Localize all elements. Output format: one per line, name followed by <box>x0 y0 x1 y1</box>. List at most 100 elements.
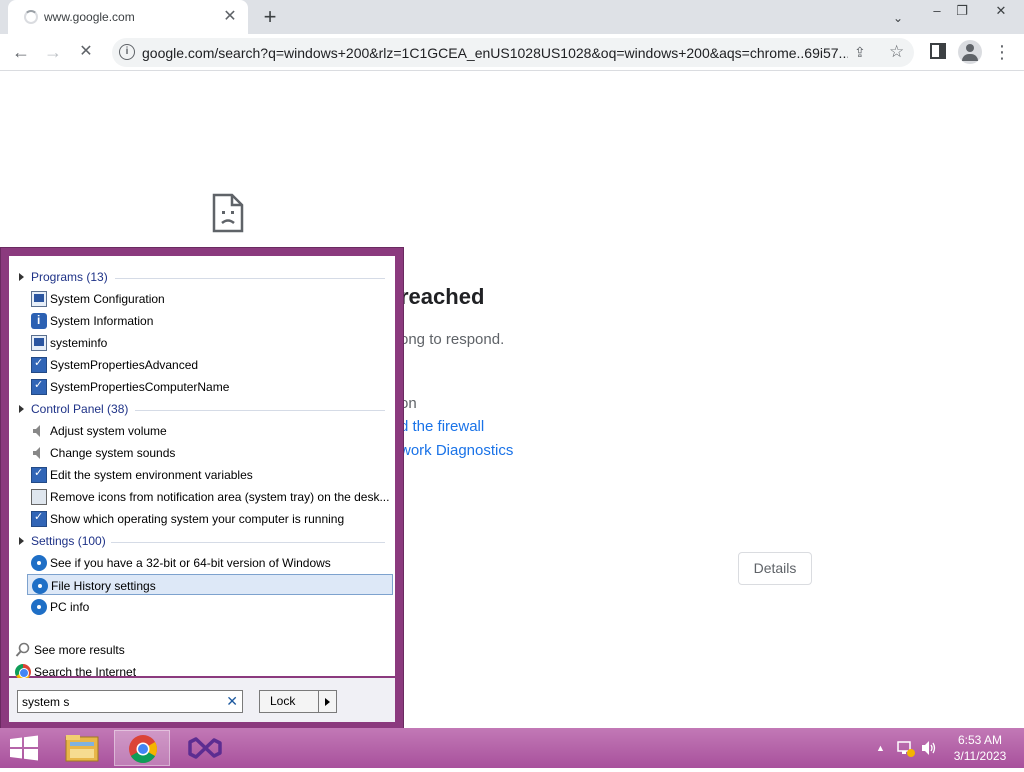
start-search-box[interactable]: ✕ <box>17 690 243 713</box>
visual-studio-button[interactable] <box>176 730 232 766</box>
gear-icon <box>31 555 47 571</box>
result-systempropertiescomputername[interactable]: SystemPropertiesComputerName <box>27 376 393 397</box>
result-edit-environment-variables[interactable]: Edit the system environment variables <box>27 464 393 485</box>
result-label: System Configuration <box>50 292 165 306</box>
result-label: Edit the system environment variables <box>50 468 253 482</box>
error-heading: reached <box>400 284 485 309</box>
result-label: Show which operating system your compute… <box>50 512 345 526</box>
result-label: File History settings <box>51 579 156 593</box>
error-description: ong to respond. <box>400 331 505 348</box>
result-system-information[interactable]: System Information <box>27 310 393 331</box>
chrome-taskbar-button[interactable] <box>114 730 170 766</box>
stop-loading-button[interactable]: ✕ <box>73 39 99 65</box>
laptop-icon <box>31 489 47 505</box>
msconfig-icon <box>31 291 47 307</box>
clock-date: 3/11/2023 <box>953 749 1007 763</box>
sysprops-icon <box>31 510 47 527</box>
visual-studio-icon <box>188 737 222 759</box>
close-window-button[interactable]: ✕ <box>986 0 1016 22</box>
category-control-panel[interactable]: Control Panel (38) <box>9 399 395 419</box>
start-menu-results: Programs (13) System Configuration Syste… <box>9 256 395 680</box>
file-explorer-icon <box>65 735 99 762</box>
tab-google[interactable]: www.google.com ✕ <box>8 0 248 34</box>
expand-arrow-icon <box>19 405 24 413</box>
result-file-history-settings[interactable]: File History settings <box>27 574 393 595</box>
profile-avatar-icon[interactable] <box>958 40 982 64</box>
volume-icon[interactable] <box>920 738 938 758</box>
new-tab-button[interactable]: + <box>258 6 282 30</box>
result-system-configuration[interactable]: System Configuration <box>27 288 393 309</box>
side-panel-icon[interactable] <box>930 43 946 59</box>
taskbar-clock[interactable]: 6:53 AM 3/11/2023 <box>940 732 1020 764</box>
tab-strip: www.google.com ✕ + ⌄ – ❐ ✕ <box>0 0 1024 34</box>
gear-icon <box>32 578 48 594</box>
bookmark-star-icon[interactable]: ☆ <box>889 42 904 62</box>
site-info-icon[interactable]: i <box>119 44 135 60</box>
category-divider <box>111 542 385 543</box>
power-options-arrow-button[interactable] <box>318 690 337 713</box>
back-button[interactable]: ← <box>8 39 34 65</box>
result-pc-info[interactable]: PC info <box>27 596 393 617</box>
result-systeminfo[interactable]: systeminfo <box>27 332 393 353</box>
result-systempropertiesadvanced[interactable]: SystemPropertiesAdvanced <box>27 354 393 375</box>
show-hidden-icons-button[interactable]: ▲ <box>876 743 885 753</box>
url-text[interactable]: google.com/search?q=windows+200&rlz=1C1G… <box>142 45 848 61</box>
result-label: See if you have a 32-bit or 64-bit versi… <box>50 556 331 570</box>
result-label: Change system sounds <box>50 446 176 460</box>
clear-search-icon[interactable]: ✕ <box>226 693 238 710</box>
gear-icon <box>31 599 47 615</box>
console-icon <box>31 335 47 351</box>
sysprops-icon <box>31 378 47 395</box>
share-icon[interactable]: ⇪ <box>854 44 866 61</box>
category-programs[interactable]: Programs (13) <box>9 267 395 287</box>
magnifier-icon <box>15 642 30 657</box>
address-bar[interactable]: i google.com/search?q=windows+200&rlz=1C… <box>112 38 914 67</box>
details-button[interactable]: Details <box>738 552 812 585</box>
result-label: PC info <box>50 600 90 614</box>
result-32-64-bit[interactable]: See if you have a 32-bit or 64-bit versi… <box>27 552 393 573</box>
windows-start-icon[interactable] <box>8 735 40 761</box>
category-divider <box>115 278 385 279</box>
speaker-icon <box>33 425 40 437</box>
network-diagnostics-link[interactable]: work Diagnostics <box>400 442 513 459</box>
start-menu-footer: ✕ Lock <box>9 678 395 722</box>
sysprops-icon <box>31 356 47 373</box>
network-icon[interactable] <box>896 738 916 758</box>
speaker-icon <box>33 447 40 459</box>
category-divider <box>135 410 385 411</box>
start-menu: Programs (13) System Configuration Syste… <box>0 247 404 729</box>
lock-button[interactable]: Lock <box>259 690 319 713</box>
result-label: System Information <box>50 314 154 328</box>
result-label: SystemPropertiesAdvanced <box>50 358 199 372</box>
restore-button[interactable]: ❐ <box>947 0 977 22</box>
tab-title: www.google.com <box>44 10 135 24</box>
sad-document-icon <box>212 193 244 233</box>
chrome-icon <box>129 735 157 763</box>
result-adjust-system-volume[interactable]: Adjust system volume <box>27 420 393 441</box>
result-show-os[interactable]: Show which operating system your compute… <box>27 508 393 529</box>
result-label: Remove icons from notification area (sys… <box>50 490 390 504</box>
category-label: Control Panel (38) <box>31 402 129 416</box>
expand-arrow-icon <box>19 537 24 545</box>
category-label: Programs (13) <box>31 270 108 284</box>
result-change-system-sounds[interactable]: Change system sounds <box>27 442 393 463</box>
result-remove-tray-icons[interactable]: Remove icons from notification area (sys… <box>27 486 393 507</box>
sysinfo-icon <box>31 313 47 329</box>
category-label: Settings (100) <box>31 534 106 548</box>
file-explorer-button[interactable] <box>54 730 110 766</box>
tab-search-button[interactable]: ⌄ <box>888 8 908 28</box>
tab-close-icon[interactable]: ✕ <box>220 7 240 27</box>
result-label: Adjust system volume <box>50 424 167 438</box>
result-label: SystemPropertiesComputerName <box>50 380 230 394</box>
search-internet-label: Search the Internet <box>34 665 137 679</box>
chrome-menu-button[interactable]: ⋮ <box>992 40 1012 64</box>
see-more-label: See more results <box>34 643 125 657</box>
sysprops-icon <box>31 466 47 483</box>
category-settings[interactable]: Settings (100) <box>9 531 395 551</box>
start-search-input[interactable] <box>22 694 218 710</box>
taskbar: ▲ 6:53 AM 3/11/2023 <box>0 728 1024 768</box>
see-more-results-link[interactable]: See more results <box>15 640 315 660</box>
firewall-link[interactable]: d the firewall <box>400 418 484 435</box>
clock-time: 6:53 AM <box>957 733 1003 747</box>
forward-button[interactable]: → <box>40 39 66 65</box>
